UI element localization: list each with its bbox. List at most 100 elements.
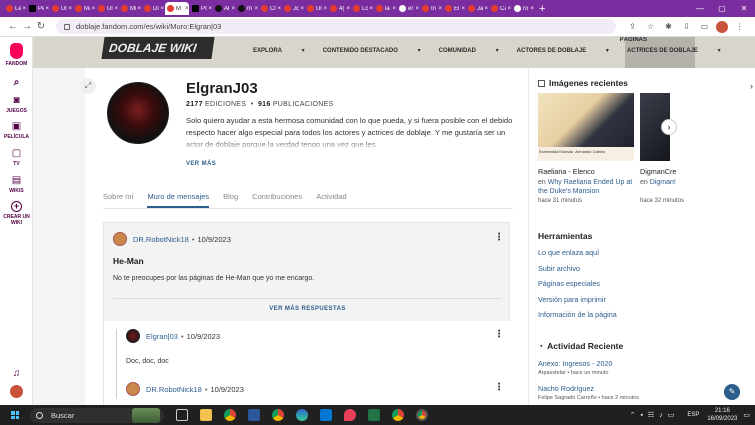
chevron-up-icon[interactable]: ⌃ [630,411,636,419]
new-tab-icon[interactable]: + [539,3,545,15]
tab-close-icon[interactable]: × [507,6,511,12]
profile-avatar-icon[interactable] [716,20,728,33]
store-icon[interactable] [320,409,332,421]
browser-tab[interactable]: Mu× [119,2,141,15]
volume-icon[interactable]: ♪ [659,412,663,419]
tool-link[interactable]: Lo que enlaza aquí [538,248,617,257]
tool-link[interactable]: Subir archivo [538,264,617,273]
clock[interactable]: 21:16 16/09/2023 [707,407,737,423]
word-icon[interactable] [248,409,260,421]
avatar[interactable] [126,329,140,343]
activity-link[interactable]: Nacho Rodríguez [538,384,639,393]
bookmark-star-icon[interactable]: ☆ [644,21,657,32]
browser-tab[interactable]: Pc × [190,2,212,15]
browser-tab[interactable]: El × [443,2,465,15]
file-explorer-icon[interactable] [200,409,212,421]
wiki-nav-contenido[interactable]: Contenido destacado ▾ [323,47,421,54]
reply-menu-icon[interactable]: ⋮ [494,382,504,393]
browser-tab[interactable]: Ja × [466,2,488,15]
tab-close-icon[interactable]: × [114,6,118,12]
share-icon[interactable]: ⇪ [626,21,639,32]
wiki-nav-actores[interactable]: Actores de doblaje ▾ [517,47,609,54]
rail-item-wikis[interactable]: ▤ WIKIS [0,175,33,194]
app-icon[interactable] [344,409,356,421]
edge-icon[interactable] [296,409,308,421]
notifications-icon[interactable]: ▭ [743,411,750,419]
image-title[interactable]: Raeliana - Elenco [538,167,595,176]
tab-close-icon[interactable]: × [68,6,72,12]
browser-tab[interactable]: Ul × [305,2,327,15]
tab-close-icon[interactable]: × [461,6,465,12]
browser-tab[interactable]: Jc × [282,2,304,15]
tray-app-icon[interactable]: ▪ [640,412,642,419]
carousel-next-button[interactable]: › [661,119,677,135]
tab-close-icon[interactable]: × [208,6,212,12]
rail-search[interactable]: ⌕ [0,77,33,90]
browser-tab[interactable]: 4(× [328,2,350,15]
rail-item-crear-wiki[interactable]: + CREAR UN WIKI [0,201,33,226]
tab-close-icon[interactable]: × [392,6,396,12]
battery-icon[interactable]: ▭ [668,411,675,419]
browser-tab[interactable]: Ma× [73,2,95,15]
wiki-nav-comunidad[interactable]: Comunidad ▾ [439,47,499,54]
tool-link[interactable]: Versión para imprimir [538,295,617,304]
tab-close-icon[interactable]: × [137,6,141,12]
reply-menu-icon[interactable]: ⋮ [494,329,504,340]
image-source-link[interactable]: Digman! [650,179,676,186]
browser-tab[interactable]: m × [236,2,258,15]
tab-close-icon[interactable]: × [346,6,350,12]
maximize-icon[interactable]: ▢ [711,0,733,17]
post-menu-icon[interactable]: ⋮ [494,232,504,243]
forward-icon[interactable]: → [20,21,34,32]
url-input[interactable]: doblaje.fandom.com/es/wiki/Muro:Elgran|0… [56,19,616,34]
tab-sobre-mi[interactable]: Sobre mí [103,192,133,208]
image-title[interactable]: DigmanCre [640,167,676,176]
browser-tab[interactable]: er × [397,2,419,15]
tab-close-icon[interactable]: × [300,6,304,12]
browser-tab[interactable]: Al × [213,2,235,15]
sidepanel-icon[interactable]: ▭ [698,21,711,32]
chrome-active-icon[interactable] [416,409,428,421]
network-icon[interactable]: ☷ [648,411,654,419]
browser-tab[interactable]: Ul × [50,2,72,15]
chrome-icon[interactable] [392,409,404,421]
close-icon[interactable]: ✕ [733,0,755,17]
reload-icon[interactable]: ↻ [34,21,48,32]
rail-item-juegos[interactable]: ◙ JUEGOS [0,95,33,114]
rail-item-fandom[interactable]: FANDOM [0,43,33,67]
tab-close-icon[interactable]: × [438,6,442,12]
tab-close-icon[interactable]: × [91,6,95,12]
ver-mas-button[interactable]: VER MÁS [186,161,216,167]
tab-close-icon[interactable]: × [415,6,419,12]
avatar[interactable] [113,232,127,246]
rail-notifications[interactable]: ♫ [0,368,33,381]
browser-tab[interactable]: Lc × [351,2,373,15]
tab-close-icon[interactable]: × [369,6,373,12]
tab-close-icon[interactable]: × [231,6,235,12]
tab-close-icon[interactable]: × [484,6,488,12]
browser-tab[interactable]: Pe × [27,2,49,15]
browser-tab[interactable]: M × [165,2,189,15]
browser-tab[interactable]: In × [420,2,442,15]
activity-link[interactable]: Anexo: Ingresos - 2020 [538,359,612,368]
excel-icon[interactable] [368,409,380,421]
wiki-nav-explora[interactable]: Explora ▾ [253,47,305,54]
tool-link[interactable]: Información de la página [538,310,617,319]
recent-image-thumb[interactable]: Esmeralda Estrada Armando Cabino [538,93,634,161]
rail-item-pelicula[interactable]: ▣ PELÍCULA [0,121,33,140]
avatar[interactable] [126,382,140,396]
language-indicator[interactable]: ESP [687,412,699,418]
minimize-icon[interactable]: — [689,0,711,17]
tab-close-icon[interactable]: × [185,6,189,12]
reply-author-link[interactable]: Elgran|03 [146,332,178,341]
image-source-link[interactable]: Why Raeliana Ended Up at the Duke's Mans… [538,179,632,195]
paginas-label[interactable]: PÁGINAS [620,37,647,43]
more-replies-link[interactable]: VER MÁS RESPUESTAS [104,306,511,312]
expand-icon[interactable]: ⤢ [80,78,96,94]
rail-item-tv[interactable]: ▢ TV [0,148,33,167]
task-view-icon[interactable] [176,409,188,421]
back-icon[interactable]: ← [6,21,20,32]
wiki-nav-actrices[interactable]: Actrices de doblaje ▾ [627,47,721,54]
edit-pencil-icon[interactable]: ✎ [724,384,740,400]
wiki-logo[interactable]: DOBLAJE WIKI [101,37,215,59]
